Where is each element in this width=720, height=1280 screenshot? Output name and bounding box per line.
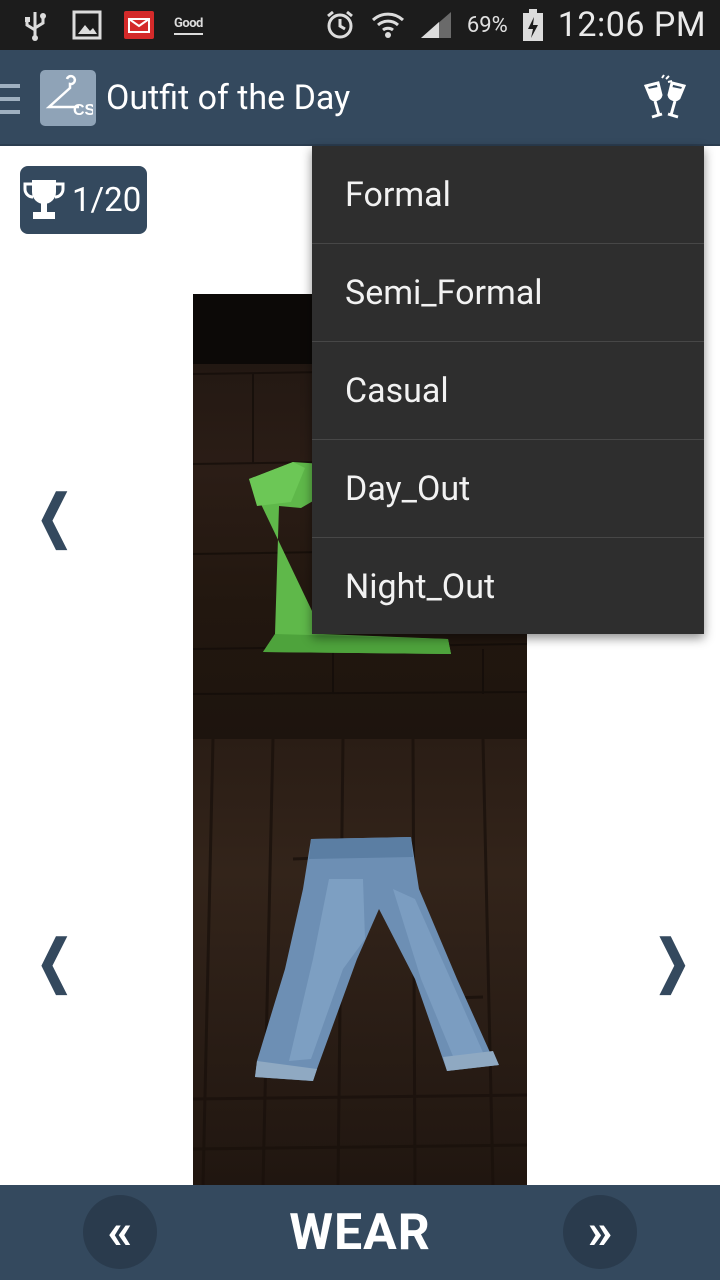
bottom-bar: « WEAR » bbox=[0, 1185, 720, 1280]
menu-icon[interactable] bbox=[0, 84, 22, 114]
alarm-icon bbox=[323, 8, 357, 42]
usb-icon bbox=[18, 8, 52, 42]
bottom-garment-photo bbox=[193, 739, 527, 1185]
page-title: Outfit of the Day bbox=[106, 78, 351, 118]
jeans-image bbox=[193, 739, 527, 1185]
status-bar: Good 69% 12:06 PM bbox=[0, 0, 720, 50]
cheers-icon[interactable] bbox=[640, 74, 690, 124]
outfit-counter: 1/20 bbox=[20, 166, 147, 234]
counter-text: 1/20 bbox=[72, 180, 142, 220]
menu-item-day-out[interactable]: Day_Out bbox=[312, 440, 704, 538]
app-bar: CS Outfit of the Day bbox=[0, 50, 720, 146]
app-logo-text: CS bbox=[73, 102, 93, 119]
signal-icon bbox=[419, 8, 453, 42]
menu-item-night-out[interactable]: Night_Out bbox=[312, 538, 704, 636]
trophy-icon bbox=[23, 180, 65, 219]
mail-icon bbox=[122, 8, 156, 42]
gallery-icon bbox=[70, 8, 104, 42]
next-outfit-button[interactable]: » bbox=[563, 1195, 637, 1269]
notification-icons: Good bbox=[18, 6, 203, 44]
clock: 12:06 PM bbox=[557, 5, 706, 45]
wear-button[interactable]: WEAR bbox=[260, 1199, 460, 1267]
top-prev-arrow[interactable]: ❮ bbox=[36, 482, 73, 550]
battery-charging-icon bbox=[522, 8, 544, 42]
battery-percent: 69% bbox=[466, 12, 508, 38]
wifi-icon bbox=[371, 8, 405, 42]
system-status: 69% 12:06 PM bbox=[323, 0, 706, 50]
menu-item-casual[interactable]: Casual bbox=[312, 342, 704, 440]
app-logo-icon[interactable]: CS bbox=[40, 70, 96, 126]
previous-outfit-button[interactable]: « bbox=[83, 1195, 157, 1269]
menu-item-formal[interactable]: Formal bbox=[312, 146, 704, 244]
occasion-dropdown-menu: Formal Semi_Formal Casual Day_Out Night_… bbox=[312, 146, 704, 634]
bottom-prev-arrow[interactable]: ❮ bbox=[36, 927, 73, 995]
menu-item-semi-formal[interactable]: Semi_Formal bbox=[312, 244, 704, 342]
bottom-next-arrow[interactable]: ❯ bbox=[654, 927, 691, 995]
good-app-badge: Good bbox=[174, 16, 203, 35]
